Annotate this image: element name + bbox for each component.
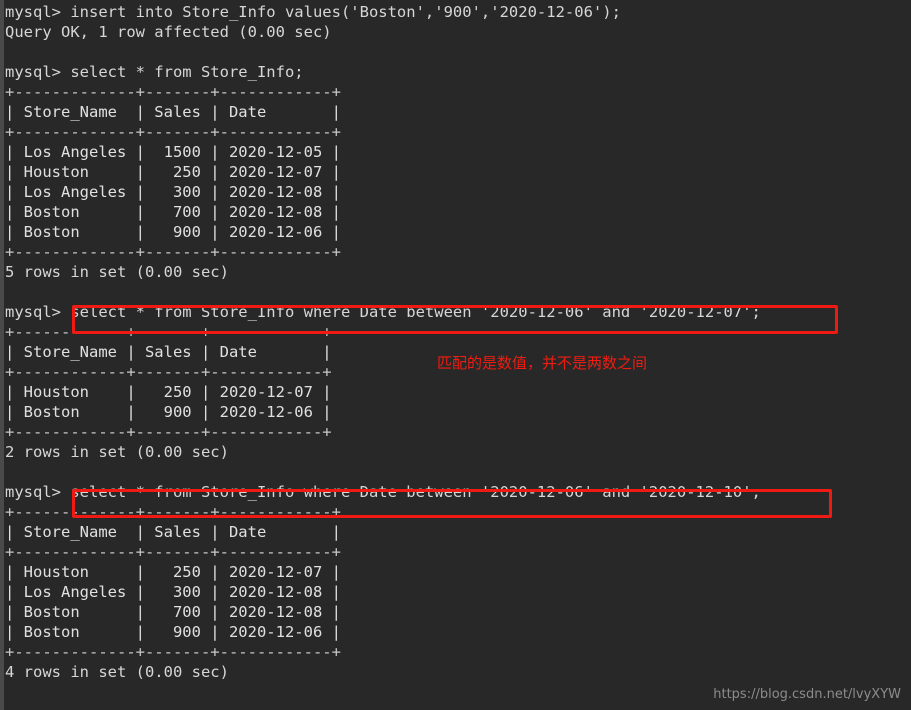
terminal-line-blank-3: [5, 462, 911, 482]
table-rule-top: +------------+-------+------------+: [5, 323, 332, 341]
terminal-line-cmd-insert: mysql> insert into Store_Info values('Bo…: [5, 3, 621, 21]
table-row: | Boston | 700 | 2020-12-08 |: [5, 203, 341, 221]
table-row: | Boston | 900 | 2020-12-06 |: [5, 623, 341, 641]
table-row: | Los Angeles | 1500 | 2020-12-05 |: [5, 143, 341, 161]
table-rule-bottom: +-------------+-------+------------+: [5, 643, 341, 661]
table-row: | Boston | 900 | 2020-12-06 |: [5, 223, 341, 241]
table-row: | Boston | 900 | 2020-12-06 |: [5, 403, 332, 421]
terminal-line-cmd-select-all: mysql> select * from Store_Info;: [5, 63, 304, 81]
table-row-count: 4 rows in set (0.00 sec): [5, 663, 229, 681]
table-rule-top: +-------------+-------+------------+: [5, 83, 341, 101]
terminal-line-cmd-between-1: mysql> select * from Store_Info where Da…: [5, 303, 761, 321]
terminal-line-blank-1: [5, 42, 911, 62]
table-row: | Boston | 700 | 2020-12-08 |: [5, 603, 341, 621]
table-rule-bottom: +-------------+-------+------------+: [5, 243, 341, 261]
table-header-row: | Store_Name | Sales | Date |: [5, 523, 341, 541]
table-row-count: 2 rows in set (0.00 sec): [5, 443, 229, 461]
terminal-screenshot: mysql> insert into Store_Info values('Bo…: [0, 0, 911, 710]
terminal-line-cmd-between-2: mysql> select * from Store_Info where Da…: [5, 483, 761, 501]
table-row: | Los Angeles | 300 | 2020-12-08 |: [5, 183, 341, 201]
table-rule-top: +-------------+-------+------------+: [5, 503, 341, 521]
terminal-line-blank-2: [5, 282, 911, 302]
table-row-count: 5 rows in set (0.00 sec): [5, 263, 229, 281]
table-header-row: | Store_Name | Sales | Date |: [5, 103, 341, 121]
terminal-left-gutter: [0, 0, 4, 710]
table-row: | Los Angeles | 300 | 2020-12-08 |: [5, 583, 341, 601]
table-row: | Houston | 250 | 2020-12-07 |: [5, 163, 341, 181]
table-row: | Houston | 250 | 2020-12-07 |: [5, 383, 332, 401]
annotation-note: 匹配的是数值，并不是两数之间: [437, 354, 648, 372]
watermark-url: https://blog.csdn.net/lvyXYW: [713, 687, 901, 702]
terminal-line-result-insert: Query OK, 1 row affected (0.00 sec): [5, 23, 332, 41]
table-row: | Houston | 250 | 2020-12-07 |: [5, 563, 341, 581]
table-rule-mid: +-------------+-------+------------+: [5, 123, 341, 141]
table-rule-mid: +-------------+-------+------------+: [5, 543, 341, 561]
table-rule-bottom: +------------+-------+------------+: [5, 423, 332, 441]
